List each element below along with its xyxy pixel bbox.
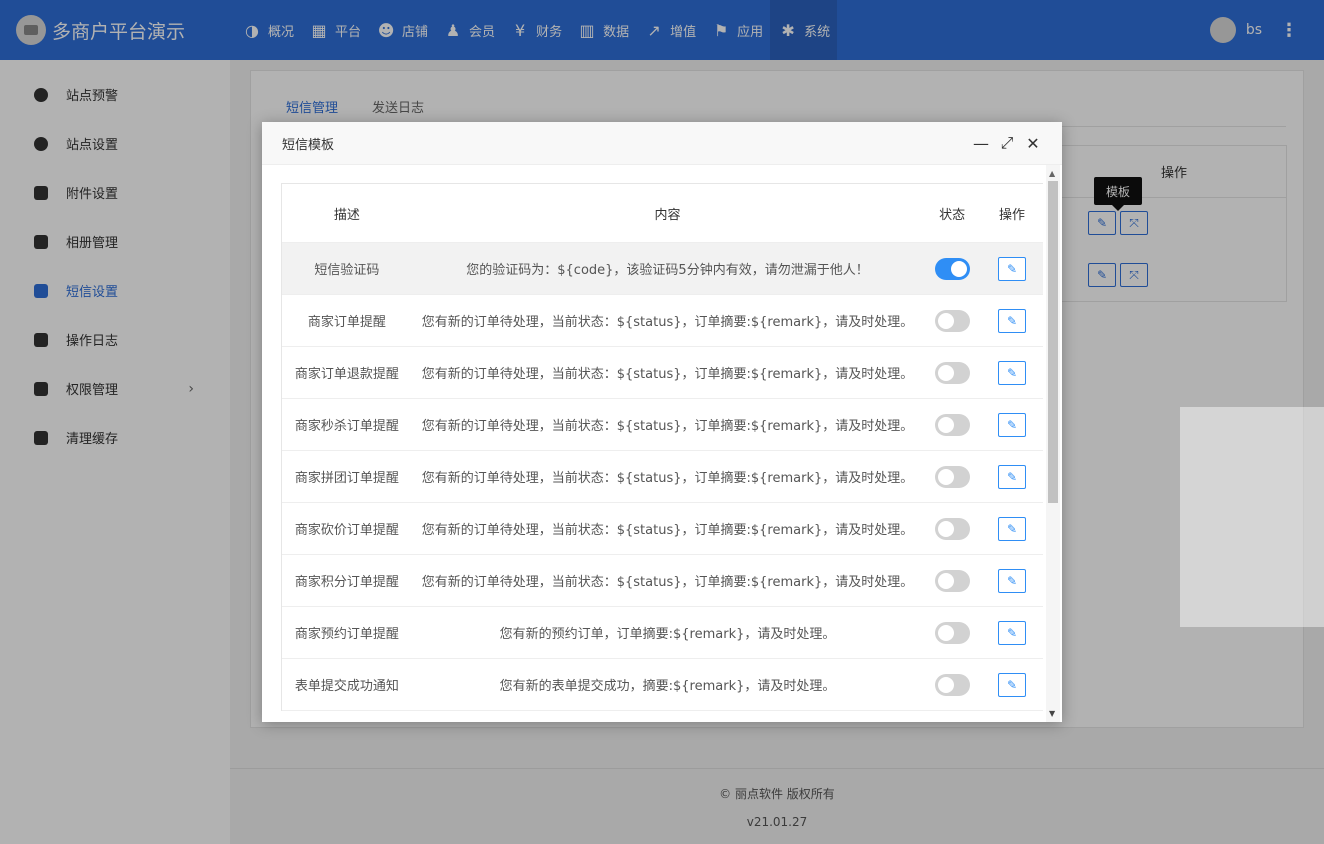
toggle-knob — [937, 676, 954, 693]
row-content: 您有新的订单待处理，当前状态：${status}，订单摘要:${remark}，… — [421, 471, 914, 486]
row-description: 商家订单提醒 — [307, 315, 386, 330]
status-cell — [923, 361, 981, 384]
pencil-icon: ✎ — [1007, 313, 1018, 328]
status-cell — [923, 257, 981, 280]
toggle-knob — [937, 416, 954, 433]
row-description: 商家拼团订单提醒 — [294, 471, 399, 486]
status-cell — [923, 517, 981, 540]
pencil-icon: ✎ — [1007, 261, 1018, 276]
table-row: 商家预约订单提醒 您有新的预约订单，订单摘要:${remark}，请及时处理。 ✎ — [282, 607, 1043, 659]
pencil-icon: ✎ — [1007, 625, 1018, 640]
table-row: 商家订单退款提醒 您有新的订单待处理，当前状态：${status}，订单摘要:${… — [282, 347, 1043, 399]
row-description: 商家砍价订单提醒 — [294, 523, 399, 538]
toggle-knob — [937, 520, 954, 537]
action-cell: ✎ — [981, 464, 1043, 489]
action-cell: ✎ — [981, 672, 1043, 697]
toggle-knob — [937, 572, 954, 589]
action-cell: ✎ — [981, 308, 1043, 333]
column-header-description: 描述 — [333, 207, 360, 223]
status-toggle[interactable] — [934, 257, 970, 280]
column-header-status: 状态 — [939, 207, 966, 223]
table-row: 表单提交成功通知 您有新的表单提交成功，摘要:${remark}，请及时处理。 ✎ — [282, 659, 1043, 711]
pencil-icon: ✎ — [1007, 677, 1018, 692]
status-toggle[interactable] — [934, 621, 970, 644]
maximize-icon[interactable]: ⤢ — [994, 133, 1020, 153]
close-icon[interactable]: ✕ — [1020, 134, 1046, 153]
edit-button[interactable]: ✎ — [998, 256, 1027, 281]
status-toggle[interactable] — [934, 413, 970, 436]
table-row: 商家订单提醒 您有新的订单待处理，当前状态：${status}，订单摘要:${re… — [282, 295, 1043, 347]
row-content: 您有新的订单待处理，当前状态：${status}，订单摘要:${remark}，… — [421, 523, 914, 538]
table-row: 商家秒杀订单提醒 您有新的订单待处理，当前状态：${status}，订单摘要:${… — [282, 399, 1043, 451]
column-header-content: 内容 — [654, 207, 681, 223]
status-cell — [923, 673, 981, 696]
modal-body: 描述 内容 状态 操作 短信验证码 您的验证码为：${code}，该验证码5分钟内… — [262, 165, 1062, 722]
edit-button[interactable]: ✎ — [998, 308, 1027, 333]
column-header-action: 操作 — [999, 207, 1026, 223]
table-row: 商家拼团订单提醒 您有新的订单待处理，当前状态：${status}，订单摘要:${… — [282, 451, 1043, 503]
status-toggle[interactable] — [934, 361, 970, 384]
table-row: 商家砍价订单提醒 您有新的订单待处理，当前状态：${status}，订单摘要:${… — [282, 503, 1043, 555]
row-content: 您的验证码为：${code}，该验证码5分钟内有效，请勿泄漏于他人！ — [466, 263, 869, 278]
row-content: 您有新的订单待处理，当前状态：${status}，订单摘要:${remark}，… — [421, 575, 914, 590]
table-row: 商家积分订单提醒 您有新的订单待处理，当前状态：${status}，订单摘要:${… — [282, 555, 1043, 607]
row-description: 商家积分订单提醒 — [294, 575, 399, 590]
edit-button[interactable]: ✎ — [998, 516, 1027, 541]
pencil-icon: ✎ — [1007, 365, 1018, 380]
edit-button[interactable]: ✎ — [998, 464, 1027, 489]
edit-button[interactable]: ✎ — [998, 412, 1027, 437]
status-toggle[interactable] — [934, 673, 970, 696]
scroll-down-icon[interactable]: ▼ — [1049, 709, 1055, 718]
action-cell: ✎ — [981, 620, 1043, 645]
row-content: 您有新的预约订单，订单摘要:${remark}，请及时处理。 — [499, 627, 836, 642]
toggle-knob — [937, 468, 954, 485]
status-toggle[interactable] — [934, 309, 970, 332]
status-cell — [923, 465, 981, 488]
action-cell: ✎ — [981, 256, 1043, 281]
scrollbar[interactable]: ▲ ▼ — [1046, 165, 1060, 722]
toggle-knob — [937, 312, 954, 329]
status-cell — [923, 309, 981, 332]
status-toggle[interactable] — [934, 465, 970, 488]
action-cell: ✎ — [981, 516, 1043, 541]
template-table: 描述 内容 状态 操作 短信验证码 您的验证码为：${code}，该验证码5分钟内… — [281, 183, 1043, 711]
action-cell: ✎ — [981, 568, 1043, 593]
row-content: 您有新的订单待处理，当前状态：${status}，订单摘要:${remark}，… — [421, 367, 914, 382]
status-cell — [923, 413, 981, 436]
status-cell — [923, 569, 981, 592]
minimize-icon[interactable]: — — [968, 134, 994, 153]
pencil-icon: ✎ — [1007, 573, 1018, 588]
row-content: 您有新的订单待处理，当前状态：${status}，订单摘要:${remark}，… — [421, 315, 914, 330]
pencil-icon: ✎ — [1007, 469, 1018, 484]
action-cell: ✎ — [981, 412, 1043, 437]
toggle-knob — [937, 364, 954, 381]
sms-template-modal: 短信模板 — ⤢ ✕ 描述 内容 状态 操作 短信验证码 您的验证码为：${cod… — [262, 122, 1062, 722]
scroll-up-icon[interactable]: ▲ — [1049, 169, 1055, 178]
row-content: 您有新的表单提交成功，摘要:${remark}，请及时处理。 — [499, 679, 836, 694]
pencil-icon: ✎ — [1007, 521, 1018, 536]
modal-header: 短信模板 — ⤢ ✕ — [262, 122, 1062, 165]
row-content: 您有新的订单待处理，当前状态：${status}，订单摘要:${remark}，… — [421, 419, 914, 434]
edit-button[interactable]: ✎ — [998, 360, 1027, 385]
status-toggle[interactable] — [934, 569, 970, 592]
modal-title: 短信模板 — [282, 137, 335, 153]
pencil-icon: ✎ — [1007, 417, 1018, 432]
row-description: 短信验证码 — [314, 263, 380, 278]
edit-button[interactable]: ✎ — [998, 620, 1027, 645]
row-description: 商家订单退款提醒 — [294, 367, 399, 382]
row-description: 商家预约订单提醒 — [294, 627, 399, 642]
status-cell — [923, 621, 981, 644]
edit-button[interactable]: ✎ — [998, 672, 1027, 697]
row-description: 商家秒杀订单提醒 — [294, 419, 399, 434]
toggle-knob — [950, 260, 967, 277]
table-header-row: 描述 内容 状态 操作 — [282, 184, 1043, 243]
scroll-thumb[interactable] — [1048, 181, 1058, 503]
table-row: 短信验证码 您的验证码为：${code}，该验证码5分钟内有效，请勿泄漏于他人！ ✎ — [282, 243, 1043, 295]
row-description: 表单提交成功通知 — [294, 679, 399, 694]
overlay-highlight — [1180, 407, 1324, 627]
edit-button[interactable]: ✎ — [998, 568, 1027, 593]
status-toggle[interactable] — [934, 517, 970, 540]
toggle-knob — [937, 624, 954, 641]
action-cell: ✎ — [981, 360, 1043, 385]
